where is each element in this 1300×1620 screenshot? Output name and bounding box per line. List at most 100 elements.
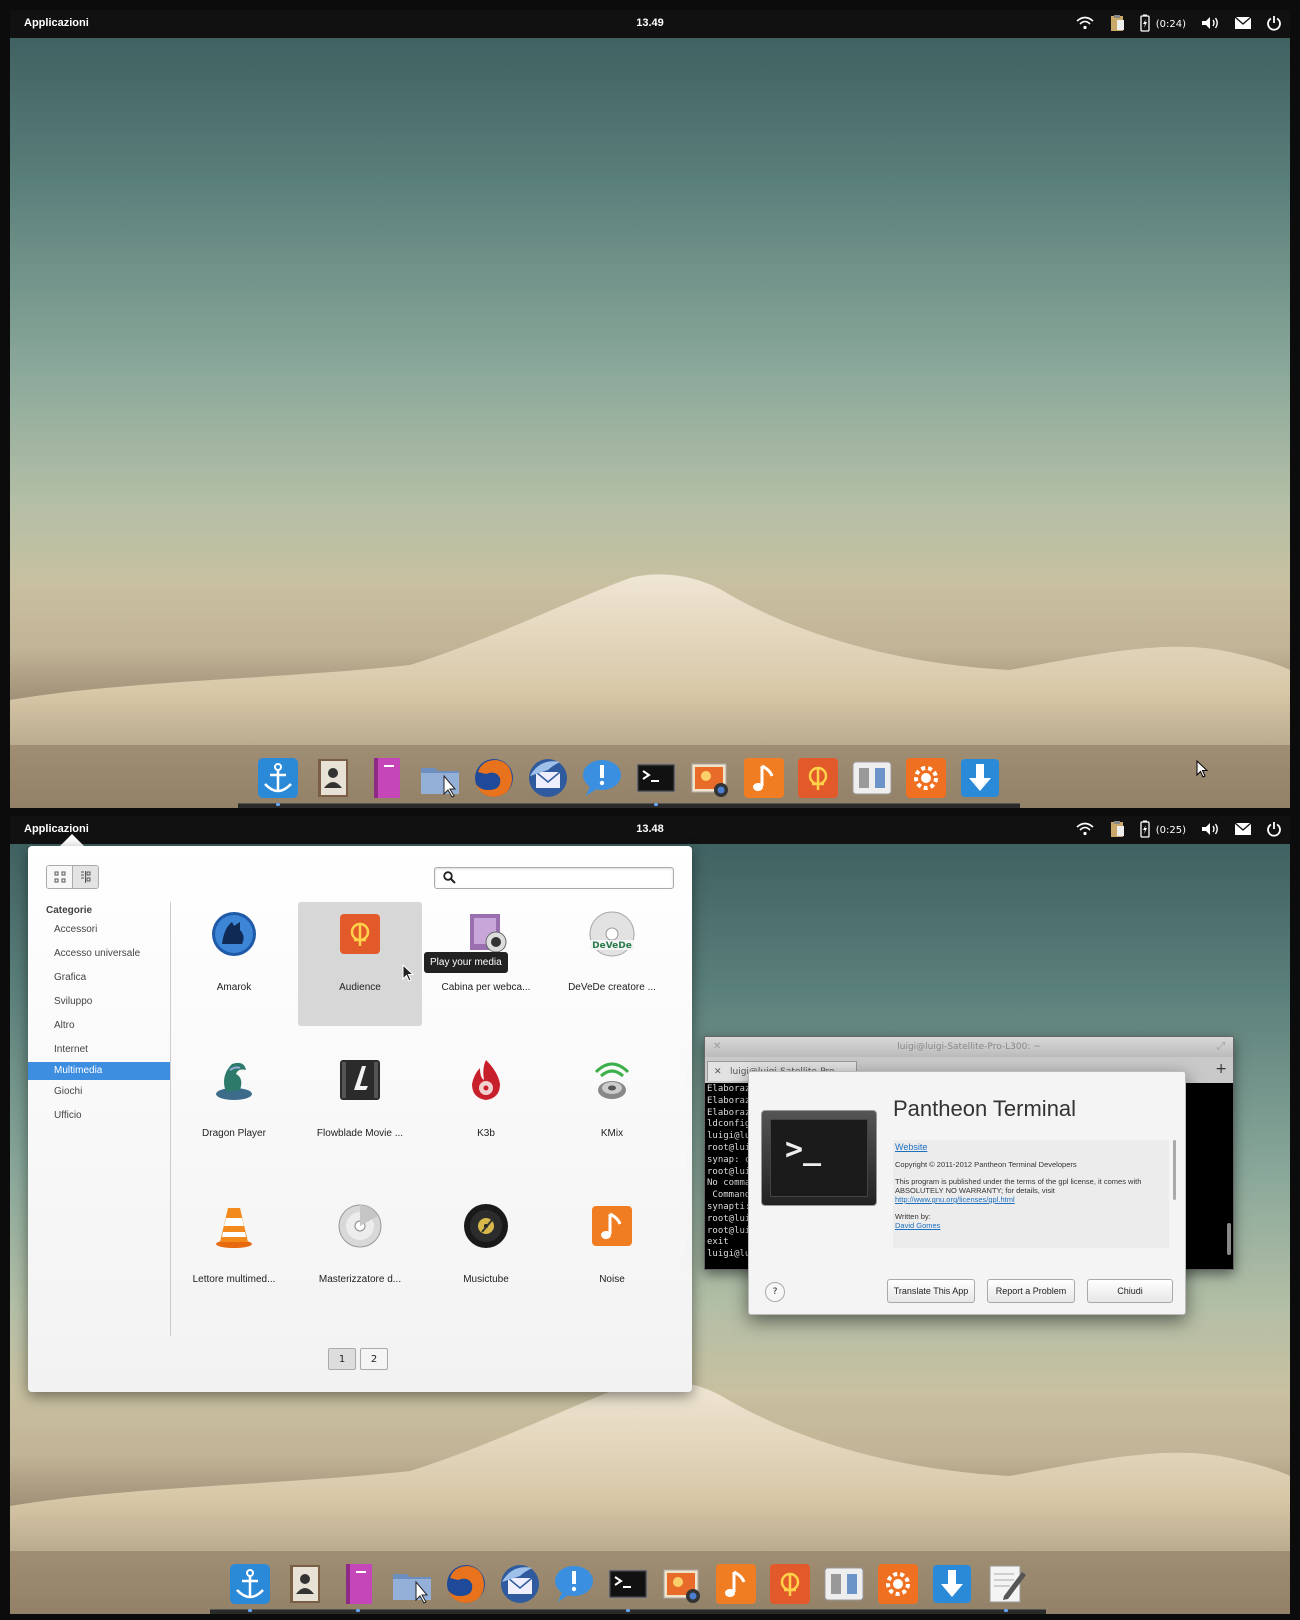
app-tile[interactable]: Lettore multimed... [172, 1194, 296, 1318]
category-item[interactable]: Altro [28, 1017, 170, 1035]
written-by-label: Written by: [895, 1212, 931, 1221]
system-tray: (0:25) [1076, 820, 1282, 840]
app-tile[interactable]: Noise [550, 1194, 674, 1318]
photos-icon[interactable] [688, 756, 732, 800]
search-input[interactable] [434, 867, 674, 889]
category-item[interactable]: Grafica [28, 969, 170, 987]
terminal-icon[interactable] [634, 756, 678, 806]
contacts-icon[interactable] [310, 756, 354, 800]
app-label: Amarok [216, 982, 252, 993]
app-tile[interactable]: KMix [550, 1048, 674, 1172]
terminal-icon[interactable] [606, 1562, 650, 1612]
category-item[interactable]: Accessori [28, 921, 170, 939]
app-label: KMix [600, 1128, 624, 1139]
thunderbird-icon[interactable] [498, 1562, 542, 1606]
power-icon[interactable] [1266, 15, 1282, 34]
translate-button[interactable]: Translate This App [887, 1279, 975, 1303]
firefox-icon[interactable] [444, 1562, 488, 1606]
app-tile[interactable]: Dragon Player [172, 1048, 296, 1172]
app-label: Flowblade Movie ... [316, 1128, 404, 1139]
copyright-text: Copyright © 2011-2012 Pantheon Terminal … [895, 1160, 1077, 1169]
anchor-icon[interactable] [228, 1562, 272, 1612]
switchboard-icon[interactable] [822, 1562, 866, 1606]
license-text: This program is published under the term… [895, 1177, 1142, 1195]
license-link[interactable]: http://www.gnu.org/licenses/gpl.html [895, 1195, 1015, 1204]
category-item[interactable]: Sviluppo [28, 993, 170, 1011]
volume-icon[interactable] [1200, 821, 1220, 840]
settings-icon[interactable] [876, 1562, 920, 1606]
category-item[interactable]: Ufficio [28, 1107, 170, 1125]
musictube-icon [464, 1204, 508, 1248]
firefox-icon[interactable] [472, 756, 516, 800]
running-indicator [1004, 1609, 1008, 1612]
k3b-icon [472, 1060, 500, 1100]
category-item[interactable]: Accesso universale [28, 945, 170, 963]
battery-icon[interactable] [1140, 14, 1150, 35]
about-scrollbar[interactable] [1173, 1140, 1176, 1200]
file-manager-icon[interactable] [390, 1562, 434, 1606]
author-link[interactable]: David Gomes [895, 1221, 940, 1230]
power-icon[interactable] [1266, 821, 1282, 840]
report-problem-button[interactable]: Report a Problem [987, 1279, 1075, 1303]
app-tile[interactable]: Amarok [172, 902, 296, 1026]
chat-icon[interactable] [580, 756, 624, 800]
clipboard-icon[interactable] [1108, 820, 1126, 841]
website-link[interactable]: Website [895, 1142, 927, 1152]
contacts-icon[interactable] [282, 1562, 326, 1606]
terminal-scrollbar[interactable] [1227, 1223, 1231, 1255]
photos-icon[interactable] [660, 1562, 704, 1606]
system-tray: (0:24) [1076, 14, 1282, 34]
close-button[interactable]: Chiudi [1087, 1279, 1173, 1303]
category-item[interactable]: Internet [28, 1041, 170, 1059]
switchboard-icon[interactable] [850, 756, 894, 800]
thunderbird-icon[interactable] [526, 756, 570, 800]
wifi-icon[interactable] [1076, 16, 1094, 33]
download-icon[interactable] [958, 756, 1002, 800]
app-tile[interactable]: K3b [424, 1048, 548, 1172]
category-item-selected[interactable]: Multimedia [28, 1062, 170, 1080]
anchor-icon[interactable] [256, 756, 300, 806]
volume-icon[interactable] [1200, 15, 1220, 34]
clipboard-icon[interactable] [1108, 14, 1126, 35]
notebook-icon[interactable] [336, 1562, 380, 1612]
category-item[interactable]: Giochi [28, 1083, 170, 1101]
help-button[interactable]: ? [765, 1282, 785, 1302]
app-tile[interactable]: Masterizzatore d... [298, 1194, 422, 1318]
app-label: Musictube [463, 1274, 509, 1285]
mail-icon[interactable] [1234, 822, 1252, 839]
app-label: Masterizzatore d... [318, 1274, 402, 1285]
audience-icon[interactable] [796, 756, 840, 800]
running-indicator [356, 1609, 360, 1612]
file-manager-icon[interactable] [418, 756, 462, 800]
download-icon[interactable] [930, 1562, 974, 1606]
app-label: Audience [339, 982, 381, 993]
app-label: Dragon Player [202, 1128, 266, 1139]
mouse-cursor [1196, 760, 1208, 778]
app-tile[interactable]: Musictube [424, 1194, 548, 1318]
chat-icon[interactable] [552, 1562, 596, 1606]
battery-icon[interactable] [1140, 820, 1150, 841]
new-tab-icon[interactable]: + [1215, 1061, 1227, 1077]
desktop-screen-bottom: Applicazioni 13.48 (0:25) Categorie Acce… [10, 816, 1290, 1614]
mail-icon[interactable] [1234, 16, 1252, 33]
notebook-icon[interactable] [364, 756, 408, 800]
text-editor-icon[interactable] [984, 1562, 1028, 1612]
close-icon[interactable]: ✕ [713, 1037, 721, 1057]
maximize-icon[interactable]: ⤢ [1217, 1037, 1225, 1057]
close-tab-icon[interactable]: ✕ [714, 1062, 722, 1082]
about-title: Pantheon Terminal [893, 1096, 1077, 1121]
app-tile[interactable]: Flowblade Movie ... [298, 1048, 422, 1172]
category-view-button[interactable] [72, 866, 98, 888]
app-tile[interactable]: DeVeDe DeVeDe creatore ... [550, 902, 674, 1026]
music-icon[interactable] [742, 756, 786, 800]
grid-view-button[interactable] [47, 866, 72, 888]
running-indicator [654, 803, 658, 806]
wifi-icon[interactable] [1076, 822, 1094, 839]
page-button[interactable]: 1 [328, 1348, 356, 1370]
app-label: DeVeDe creatore ... [568, 982, 656, 993]
music-icon[interactable] [714, 1562, 758, 1606]
page-button[interactable]: 2 [360, 1348, 388, 1370]
kmix-icon [594, 1062, 630, 1099]
audience-icon[interactable] [768, 1562, 812, 1606]
settings-icon[interactable] [904, 756, 948, 800]
